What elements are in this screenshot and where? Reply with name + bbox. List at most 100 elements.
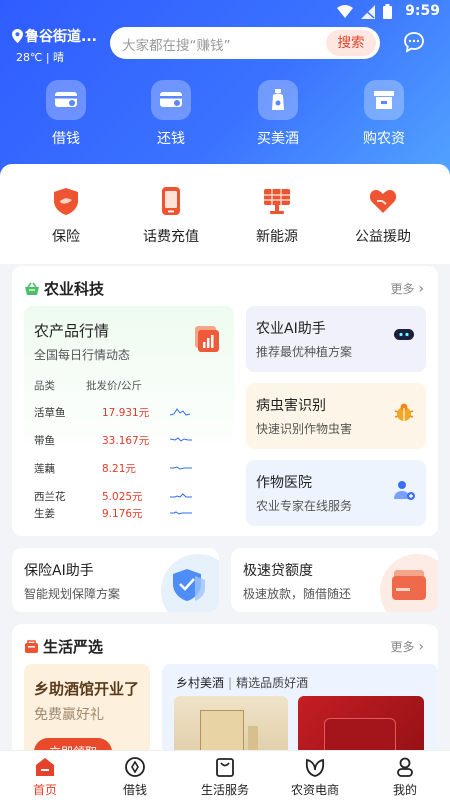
market-row: 活草鱼 17.931元	[34, 405, 224, 423]
chart-board-icon	[195, 326, 219, 352]
robot-icon	[394, 329, 414, 340]
insurance-ai-subtitle: 智能规划保障方案	[24, 587, 121, 601]
shield-check-icon	[173, 569, 205, 601]
market-row-name: 生姜	[34, 508, 55, 520]
shortcut-borrow[interactable]: 借钱	[26, 80, 106, 148]
service-public-aid[interactable]: 公益援助	[338, 186, 428, 246]
insurance-shield-icon	[54, 188, 78, 215]
shortcut-buy-wine[interactable]: 买美酒	[238, 80, 318, 148]
village-wine-subtitle: 精选品质好酒	[236, 676, 309, 690]
tab-borrow-label: 借钱	[122, 783, 147, 797]
quick-loan-title: 极速贷额度	[243, 563, 313, 579]
shop-icon	[374, 91, 394, 109]
card-return-icon	[160, 92, 182, 107]
agri-tech-title-text: 农业科技	[44, 280, 105, 298]
agri-ai-title: 农业AI助手	[256, 321, 326, 337]
doctor-icon	[394, 481, 415, 500]
service-insurance[interactable]: 保险	[21, 186, 111, 246]
market-row-name: 莲藕	[34, 463, 55, 475]
tab-home[interactable]: 首页	[0, 756, 90, 798]
service-new-energy-label: 新能源	[256, 229, 298, 245]
tab-agri-ecommerce[interactable]: 农资电商	[270, 756, 360, 798]
market-row-price: 8.21元	[102, 463, 136, 475]
shortcut-repay[interactable]: 还钱	[131, 80, 211, 148]
agri-ai-assistant-card[interactable]: 农业AI助手 推荐最优种植方案	[246, 306, 426, 372]
search-bar[interactable]: 大家都在搜“赚钱” 搜索	[110, 27, 380, 59]
crop-hospital-title: 作物医院	[256, 475, 312, 491]
pest-identify-subtitle: 快速识别作物虫害	[256, 422, 353, 436]
crop-hospital-subtitle: 农业专家在线服务	[256, 499, 353, 513]
tab-home-label: 首页	[32, 783, 57, 797]
life-select-section: 生活严选 更多 › 乡助酒馆开业了 免费赢好礼 立即领取 乡村美酒|精选品质好酒	[12, 624, 438, 764]
crop-hospital-card[interactable]: 作物医院 农业专家在线服务	[246, 460, 426, 526]
bug-icon	[394, 403, 414, 421]
life-more-link[interactable]: 更多 ›	[391, 638, 424, 655]
user-icon	[397, 757, 413, 777]
trend-sparkline-icon	[170, 466, 192, 470]
heart-hand-icon	[369, 190, 397, 213]
market-row: 西兰花 5.025元	[34, 489, 224, 507]
insurance-ai-card[interactable]: 保险AI助手 智能规划保障方案	[12, 548, 219, 612]
tavern-promo-title: 乡助酒馆开业了	[34, 680, 140, 698]
market-row-name: 带鱼	[34, 435, 55, 447]
trend-sparkline-icon	[170, 408, 191, 416]
column-header-price: 批发价/公斤	[86, 380, 143, 392]
trend-sparkline-icon	[170, 437, 192, 442]
wallet-icon	[392, 570, 426, 600]
search-button[interactable]: 搜索	[326, 30, 376, 56]
trend-sparkline-icon	[170, 511, 192, 515]
tab-agri-ecommerce-label: 农资电商	[290, 783, 339, 797]
quick-loan-card[interactable]: 极速贷额度 极速放款，随借随还	[231, 548, 438, 612]
market-row-name: 活草鱼	[34, 407, 66, 419]
agri-more-link[interactable]: 更多 ›	[391, 280, 424, 297]
card-icon	[55, 92, 77, 107]
separator: |	[228, 676, 233, 690]
wifi-icon	[337, 4, 353, 18]
pest-identify-title: 病虫害识别	[256, 398, 326, 414]
tab-profile-label: 我的	[392, 783, 417, 797]
shopping-bag-icon	[216, 758, 234, 777]
market-row-price: 9.176元	[102, 508, 143, 520]
market-row-name: 西兰花	[34, 491, 66, 503]
phone-icon	[162, 187, 180, 215]
market-row-price: 5.025元	[102, 491, 143, 503]
message-button[interactable]	[402, 30, 426, 58]
life-more-text: 更多	[390, 640, 415, 654]
shop-bag-icon	[25, 640, 38, 653]
location-selector[interactable]: 鲁谷街道... 28℃ | 晴	[12, 26, 97, 65]
tab-borrow[interactable]: 借钱	[90, 756, 180, 798]
chevron-right-icon: ›	[418, 639, 424, 655]
village-wine-title: 乡村美酒	[176, 676, 225, 690]
market-row: 生姜 9.176元	[34, 506, 224, 524]
status-bar: 9:59	[0, 0, 450, 24]
bottom-tab-bar: 首页 借钱 生活服务 农资电商 我的	[0, 750, 450, 800]
shortcut-buy-agri[interactable]: 购农资	[344, 80, 424, 148]
life-select-title-text: 生活严选	[43, 638, 104, 656]
location-pin-icon	[12, 29, 23, 43]
service-public-aid-label: 公益援助	[355, 229, 411, 245]
services-card: 保险 话费充值 新能源 公益援助	[0, 164, 450, 264]
agri-more-text: 更多	[390, 282, 415, 296]
market-quotes-card[interactable]: 农产品行情 全国每日行情动态 品类 批发价/公斤 活草鱼 17.931元 带鱼 …	[24, 306, 234, 524]
life-select-title: 生活严选	[24, 636, 103, 657]
market-row: 带鱼 33.167元	[34, 433, 224, 451]
quick-loan-subtitle: 极速放款，随借随还	[243, 587, 352, 601]
no-signal-icon	[361, 4, 375, 19]
tab-life-services[interactable]: 生活服务	[180, 756, 270, 798]
service-phone-recharge-label: 话费充值	[143, 229, 199, 245]
search-input[interactable]: 大家都在搜“赚钱”	[122, 34, 231, 54]
chat-bubble-icon	[404, 32, 424, 53]
tab-profile[interactable]: 我的	[360, 756, 450, 798]
home-icon	[36, 758, 54, 776]
market-row-price: 17.931元	[102, 407, 150, 419]
service-phone-recharge[interactable]: 话费充值	[126, 186, 216, 246]
leaf-icon	[305, 758, 325, 777]
pest-identify-card[interactable]: 病虫害识别 快速识别作物虫害	[246, 383, 426, 449]
tavern-promo-card[interactable]: 乡助酒馆开业了 免费赢好礼 立即领取	[24, 664, 150, 764]
village-wine-header: 乡村美酒 | 精选品质好酒	[176, 674, 308, 691]
village-wine-card[interactable]: 乡村美酒 | 精选品质好酒	[162, 664, 438, 764]
compass-icon	[125, 757, 145, 777]
service-new-energy[interactable]: 新能源	[232, 186, 322, 246]
market-row: 莲藕 8.21元	[34, 461, 224, 479]
chevron-right-icon: ›	[418, 281, 424, 297]
